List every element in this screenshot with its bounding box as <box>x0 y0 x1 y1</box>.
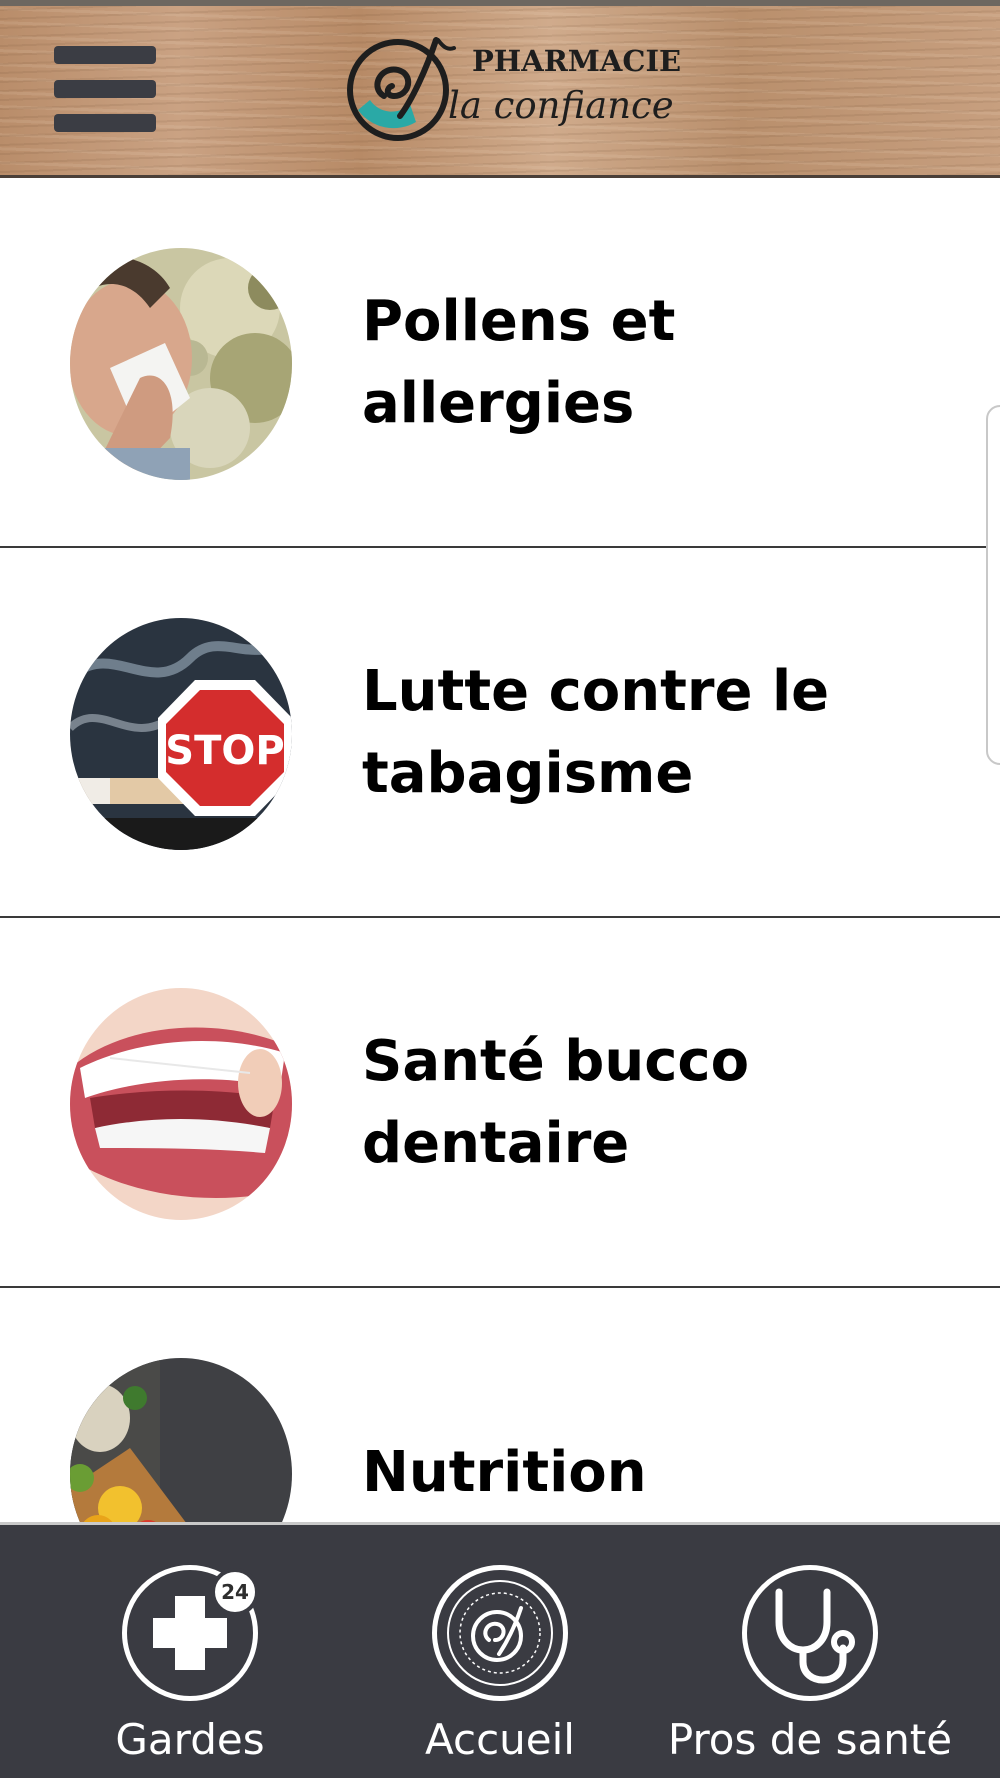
logo-mark-icon <box>347 37 456 141</box>
person-sneezing-photo <box>70 248 292 480</box>
app-header: PHARMACIE la confiance <box>0 0 1000 178</box>
scrollbar-handle[interactable] <box>986 405 1000 765</box>
24h-badge: 24 <box>211 1568 259 1616</box>
list-item-title: Pollens et allergies <box>362 289 676 436</box>
tab-pros-de-sante[interactable]: Pros de santé <box>660 1525 960 1778</box>
logo-title: PHARMACIE <box>472 44 682 78</box>
pharmacy-logo[interactable]: PHARMACIE la confiance <box>340 30 681 150</box>
list-item[interactable]: Pollens et allergies <box>0 178 1000 548</box>
list-item[interactable]: Nutrition <box>0 1288 1000 1522</box>
smile-teeth-photo <box>70 988 292 1220</box>
bottom-tab-bar: 24 Gardes Accueil Pros de santé <box>0 1522 1000 1778</box>
tab-label: Accueil <box>425 1715 575 1764</box>
menu-bar <box>54 80 156 98</box>
tab-accueil[interactable]: Accueil <box>350 1525 650 1778</box>
tab-label: Gardes <box>115 1715 265 1764</box>
logo-subtitle: la confiance <box>448 84 674 127</box>
stethoscope-icon <box>742 1565 878 1701</box>
svg-text:STOP: STOP <box>165 728 284 774</box>
tab-gardes[interactable]: 24 Gardes <box>40 1525 340 1778</box>
pharmacy-logo-icon <box>432 1565 568 1701</box>
topic-list: Pollens et allergies STOP Lutte contre l… <box>0 178 1000 1522</box>
tab-label: Pros de santé <box>667 1715 953 1764</box>
vegetables-photo <box>70 1358 292 1522</box>
menu-bar <box>54 46 156 64</box>
menu-bar <box>54 114 156 132</box>
medical-cross-icon: 24 <box>122 1565 259 1701</box>
list-item-title: Nutrition <box>362 1440 647 1505</box>
hamburger-menu-icon[interactable] <box>54 46 156 134</box>
list-item[interactable]: STOP Lutte contre le tabagisme <box>0 548 1000 918</box>
list-item[interactable]: Santé bucco dentaire <box>0 918 1000 1288</box>
list-item-title: Santé bucco dentaire <box>362 1029 750 1176</box>
list-item-title: Lutte contre le tabagisme <box>362 659 830 806</box>
stop-sign-cigarette-photo: STOP <box>70 618 292 850</box>
